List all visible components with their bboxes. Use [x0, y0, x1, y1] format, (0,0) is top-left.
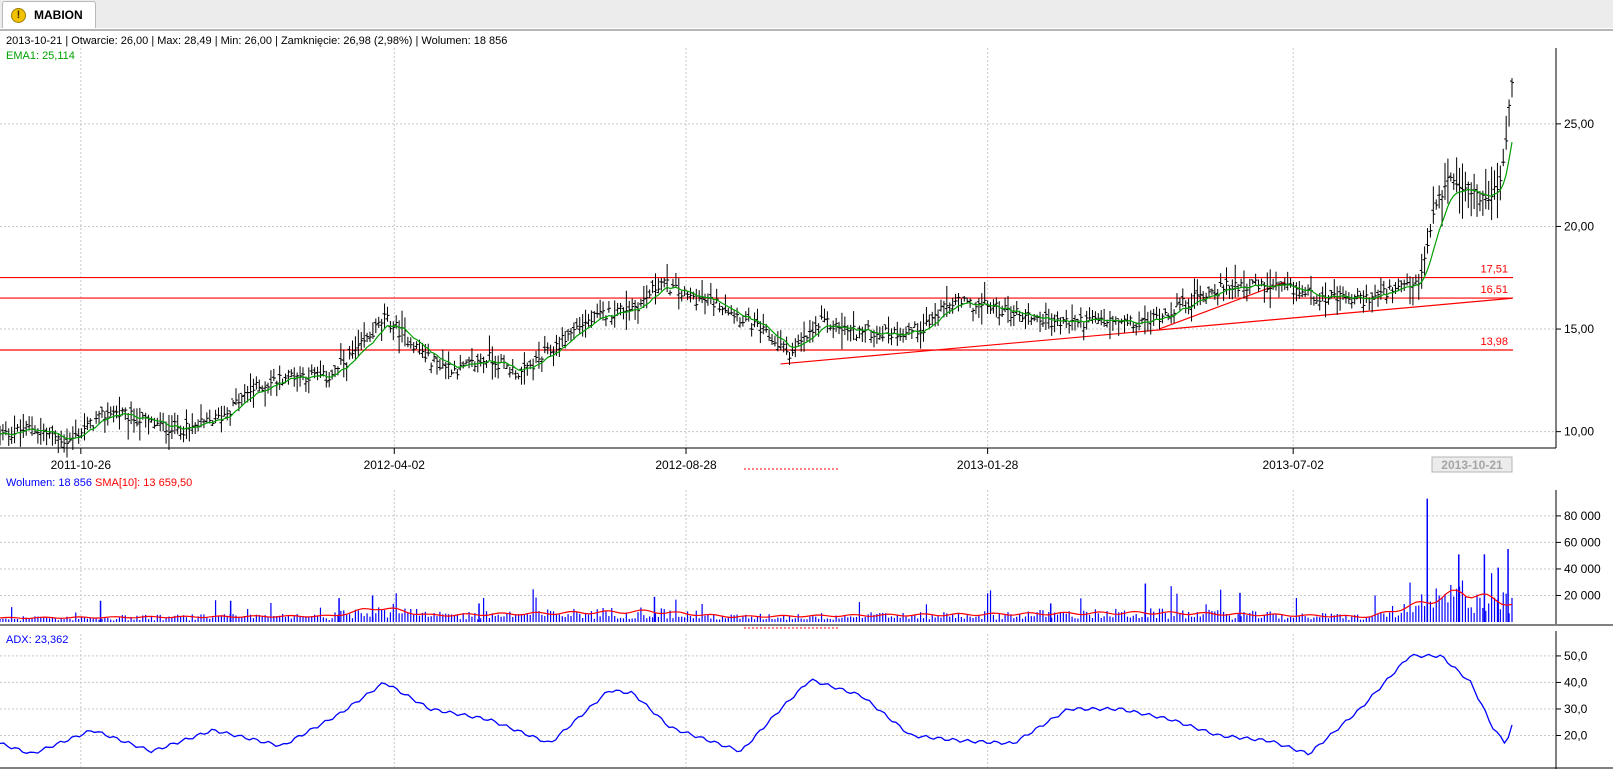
adx-y-tick-label: 20,0: [1564, 728, 1588, 742]
ema-legend: EMA1: 25,114: [6, 50, 75, 62]
ohlc-header: 2013-10-21 | Otwarcie: 26,00 | Max: 28,4…: [6, 35, 507, 47]
x-tick-label: 2011-10-26: [51, 458, 112, 472]
stock-chart[interactable]: 17,51 16,51 13,98 10,00 15,00 20,00 25,00 20 …: [0, 28, 1613, 769]
price-y-tick-label: 20,00: [1564, 219, 1594, 233]
level-label: 16,51: [1480, 284, 1508, 296]
volume-y-tick-label: 40 000: [1564, 562, 1601, 576]
volume-y-tick-label: 60 000: [1564, 535, 1601, 549]
price-y-tick-label: 10,00: [1564, 425, 1594, 439]
volume-legend: Wolumen: 18 856: [6, 477, 92, 489]
price-y-tick-label: 15,00: [1564, 322, 1594, 336]
tab-mabion[interactable]: ! MABION: [2, 1, 96, 28]
x-tick-label: 2013-01-28: [957, 458, 1019, 472]
sma-legend: SMA[10]: 13 659,50: [95, 477, 192, 489]
volume-y-tick-label: 80 000: [1564, 509, 1601, 523]
level-label: 13,98: [1480, 336, 1508, 348]
adx-legend: ADX: 23,362: [6, 634, 68, 646]
x-tick-label: 2012-04-02: [364, 458, 426, 472]
warning-icon: !: [11, 7, 26, 23]
tab-bar: ! MABION: [0, 0, 1613, 29]
tab-label: MABION: [34, 8, 83, 22]
price-y-tick-label: 25,00: [1564, 117, 1594, 131]
x-tick-label: 2013-07-02: [1262, 458, 1324, 472]
volume-y-tick-label: 20 000: [1564, 588, 1601, 602]
adx-y-tick-label: 30,0: [1564, 702, 1588, 716]
adx-y-tick-label: 50,0: [1564, 649, 1588, 663]
x-tick-label: 2012-08-28: [655, 458, 717, 472]
adx-y-tick-label: 40,0: [1564, 675, 1588, 689]
current-date-marker: 2013-10-21: [1441, 458, 1503, 472]
level-label: 17,51: [1480, 264, 1508, 276]
